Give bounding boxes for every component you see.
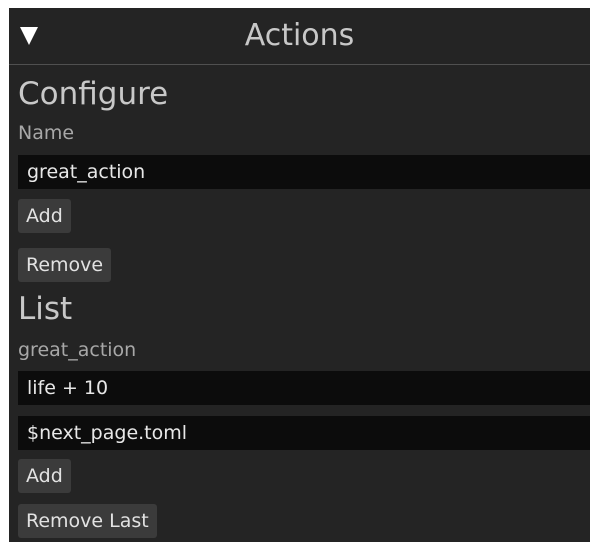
remove-last-button[interactable]: Remove Last: [18, 504, 157, 538]
actions-panel: Actions Configure Name great_action Add …: [9, 8, 590, 542]
action-entry-input[interactable]: $next_page.toml: [18, 416, 590, 450]
remove-button[interactable]: Remove: [18, 248, 112, 282]
action-entry-input[interactable]: life + 10: [18, 371, 590, 405]
name-label: Name: [18, 122, 75, 144]
add-button[interactable]: Add: [18, 199, 71, 233]
list-heading: List: [18, 291, 73, 327]
add-entry-button[interactable]: Add: [18, 459, 71, 493]
configure-heading: Configure: [18, 76, 169, 112]
panel-header[interactable]: Actions: [9, 8, 590, 65]
panel-title: Actions: [244, 18, 355, 53]
action-name-label: great_action: [18, 339, 137, 361]
name-input[interactable]: great_action: [18, 155, 590, 189]
